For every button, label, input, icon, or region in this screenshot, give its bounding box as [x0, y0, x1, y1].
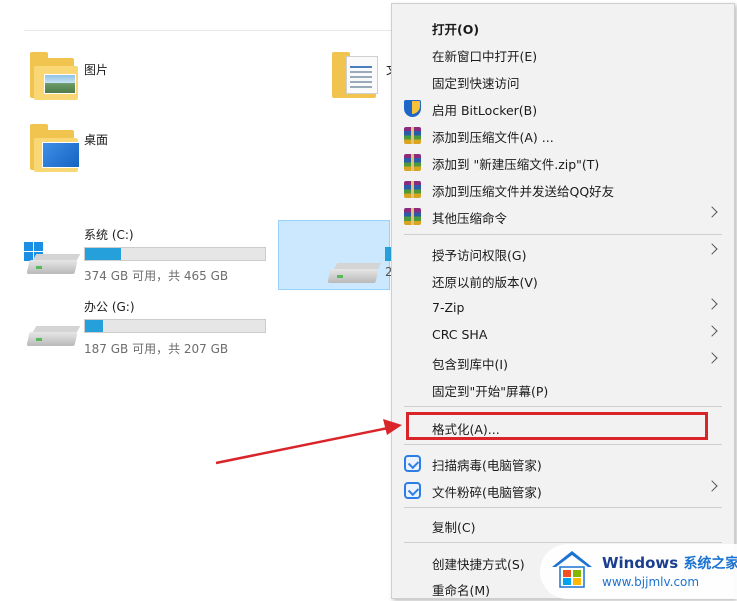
documents-folder-icon[interactable]: [332, 52, 392, 108]
watermark-title-en: Windows: [602, 554, 679, 572]
menu-item-pin-start[interactable]: 固定到"开始"屏幕(P): [392, 376, 734, 402]
menu-item-include-library[interactable]: 包含到库中(I): [392, 349, 734, 375]
menu-item-label: 还原以前的版本(V): [432, 275, 538, 290]
watermark-title: Windows 系统之家: [602, 553, 737, 573]
drive-c-usage-bar: [84, 247, 266, 261]
menu-item-label: 授予访问权限(G): [432, 248, 527, 263]
menu-item-label: 扫描病毒(电脑管家): [432, 458, 542, 473]
pc-manager-icon: [404, 482, 421, 499]
chevron-right-icon: [706, 298, 718, 310]
menu-item-label: 打开(O): [432, 22, 480, 37]
chevron-right-icon: [706, 206, 718, 218]
menu-item-label: CRC SHA: [432, 327, 488, 342]
chevron-right-icon: [706, 325, 718, 337]
menu-item-shred-file[interactable]: 文件粉碎(电脑管家): [392, 477, 734, 503]
context-menu: 打开(O) 在新窗口中打开(E) 固定到快速访问 启用 BitLocker(B)…: [391, 3, 735, 599]
drive-c-name[interactable]: 系统 (C:): [84, 226, 134, 243]
selected-drive-icon: [325, 251, 385, 291]
rar-archive-icon: [404, 181, 421, 198]
menu-separator: [404, 507, 722, 508]
rar-archive-icon: [404, 208, 421, 225]
menu-item-open[interactable]: 打开(O): [392, 14, 734, 40]
menu-item-restore-versions[interactable]: 还原以前的版本(V): [392, 267, 734, 293]
drive-g-usage-bar: [84, 319, 266, 333]
menu-item-bitlocker[interactable]: 启用 BitLocker(B): [392, 95, 734, 121]
office-drive-icon[interactable]: [24, 314, 84, 354]
format-highlight-box: [406, 412, 708, 440]
menu-item-pin-quick-access[interactable]: 固定到快速访问: [392, 68, 734, 94]
drive-g-space: 187 GB 可用，共 207 GB: [84, 342, 229, 356]
explorer-divider: [24, 30, 404, 31]
menu-item-label: 7-Zip: [432, 300, 465, 315]
site-watermark: Windows 系统之家 www.bjjmlv.com: [540, 544, 737, 599]
menu-item-label: 重命名(M): [432, 583, 491, 598]
desktop-folder-label[interactable]: 桌面: [84, 131, 108, 148]
menu-item-archive-send-qq[interactable]: 添加到压缩文件并发送给QQ好友: [392, 176, 734, 202]
drive-c-space: 374 GB 可用，共 465 GB: [84, 269, 229, 283]
menu-item-label: 复制(C): [432, 520, 476, 535]
desktop-folder-icon[interactable]: [30, 124, 90, 180]
menu-separator: [404, 234, 722, 235]
pictures-folder-icon[interactable]: [30, 52, 90, 108]
menu-item-other-compress[interactable]: 其他压缩命令: [392, 203, 734, 229]
menu-item-grant-access[interactable]: 授予访问权限(G): [392, 240, 734, 266]
pc-manager-icon: [404, 455, 421, 472]
shield-icon: [404, 100, 421, 117]
menu-item-label: 添加到压缩文件并发送给QQ好友: [432, 184, 615, 199]
menu-item-label: 文件粉碎(电脑管家): [432, 485, 542, 500]
system-drive-icon[interactable]: [24, 242, 84, 282]
menu-item-scan-virus[interactable]: 扫描病毒(电脑管家): [392, 450, 734, 476]
menu-item-label: 固定到"开始"屏幕(P): [432, 384, 549, 399]
chevron-right-icon: [706, 243, 718, 255]
menu-item-label: 启用 BitLocker(B): [432, 103, 538, 118]
menu-item-add-to-zip[interactable]: 添加到 "新建压缩文件.zip"(T): [392, 149, 734, 175]
menu-item-open-new-window[interactable]: 在新窗口中打开(E): [392, 41, 734, 67]
house-logo-icon: [552, 551, 592, 588]
watermark-url: www.bjjmlv.com: [602, 575, 700, 589]
watermark-title-cn: 系统之家: [683, 556, 737, 572]
menu-separator: [404, 444, 722, 445]
menu-item-label: 添加到 "新建压缩文件.zip"(T): [432, 157, 600, 172]
menu-item-label: 其他压缩命令: [432, 211, 508, 226]
menu-item-label: 添加到压缩文件(A) ...: [432, 130, 554, 145]
menu-item-label: 包含到库中(I): [432, 357, 508, 372]
menu-item-label: 固定到快速访问: [432, 76, 520, 91]
menu-item-copy[interactable]: 复制(C): [392, 512, 734, 538]
chevron-right-icon: [706, 480, 718, 492]
rar-archive-icon: [404, 127, 421, 144]
chevron-right-icon: [706, 352, 718, 364]
rar-archive-icon: [404, 154, 421, 171]
menu-item-7zip[interactable]: 7-Zip: [392, 295, 734, 321]
menu-separator: [404, 542, 722, 543]
menu-item-label: 在新窗口中打开(E): [432, 49, 538, 64]
menu-separator: [404, 406, 722, 407]
menu-item-add-to-archive[interactable]: 添加到压缩文件(A) ...: [392, 122, 734, 148]
selected-drive-tile[interactable]: 2: [278, 220, 393, 291]
pictures-folder-label[interactable]: 图片: [84, 61, 108, 78]
menu-item-label: 创建快捷方式(S): [432, 557, 525, 572]
drive-g-name[interactable]: 办公 (G:): [84, 298, 135, 315]
menu-item-crc-sha[interactable]: CRC SHA: [392, 322, 734, 348]
